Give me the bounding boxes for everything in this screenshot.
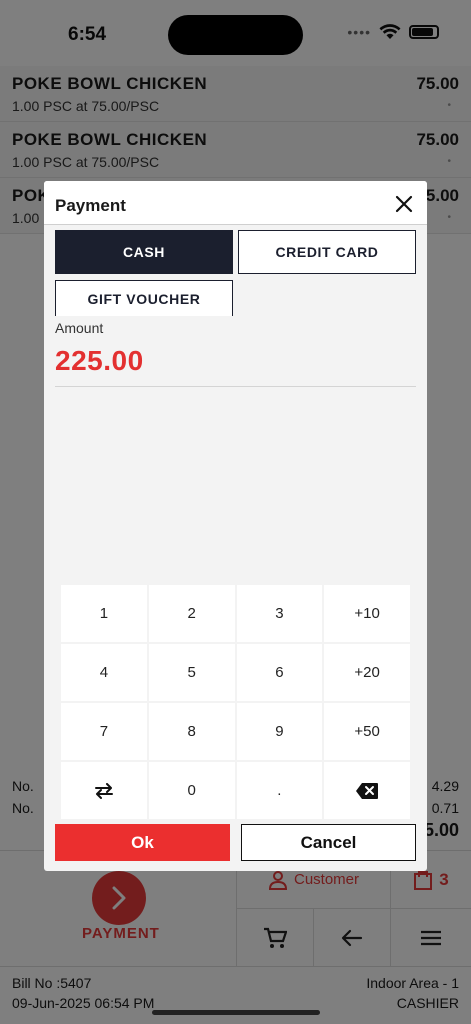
cancel-button[interactable]: Cancel [241,824,416,861]
payment-dialog: Payment CASH CREDIT CARD GIFT VOUCHER Am… [44,181,427,871]
key-9[interactable]: 9 [236,703,323,760]
backspace-icon [356,782,379,799]
ok-button[interactable]: Ok [55,824,230,861]
dialog-title: Payment [55,196,126,215]
key-plus-50[interactable]: +50 [324,703,410,760]
key-8[interactable]: 8 [148,703,235,760]
close-button[interactable] [391,191,417,217]
close-icon [395,195,413,213]
key-3[interactable]: 3 [236,585,323,642]
key-2[interactable]: 2 [148,585,235,642]
gift-voucher-method-button[interactable]: GIFT VOUCHER [55,280,233,316]
key-decimal[interactable]: . [236,762,323,819]
key-5[interactable]: 5 [148,644,235,701]
amount-label: Amount [55,320,104,336]
key-6[interactable]: 6 [236,644,323,701]
home-indicator[interactable] [152,1010,320,1015]
credit-card-method-button[interactable]: CREDIT CARD [238,230,416,274]
key-7[interactable]: 7 [61,703,147,760]
backspace-key[interactable] [324,762,410,819]
swap-key[interactable] [61,762,147,819]
numeric-keypad: 1 2 3 +10 4 5 6 +20 7 8 9 +50 0 . [61,585,410,819]
key-4[interactable]: 4 [61,644,147,701]
dialog-header: Payment [44,181,427,225]
amount-value[interactable]: 225.00 [55,345,144,377]
amount-divider [55,386,416,387]
key-plus-10[interactable]: +10 [324,585,410,642]
key-1[interactable]: 1 [61,585,147,642]
cash-method-button[interactable]: CASH [55,230,233,274]
key-plus-20[interactable]: +20 [324,644,410,701]
swap-arrows-icon [94,782,113,799]
key-0[interactable]: 0 [148,762,235,819]
